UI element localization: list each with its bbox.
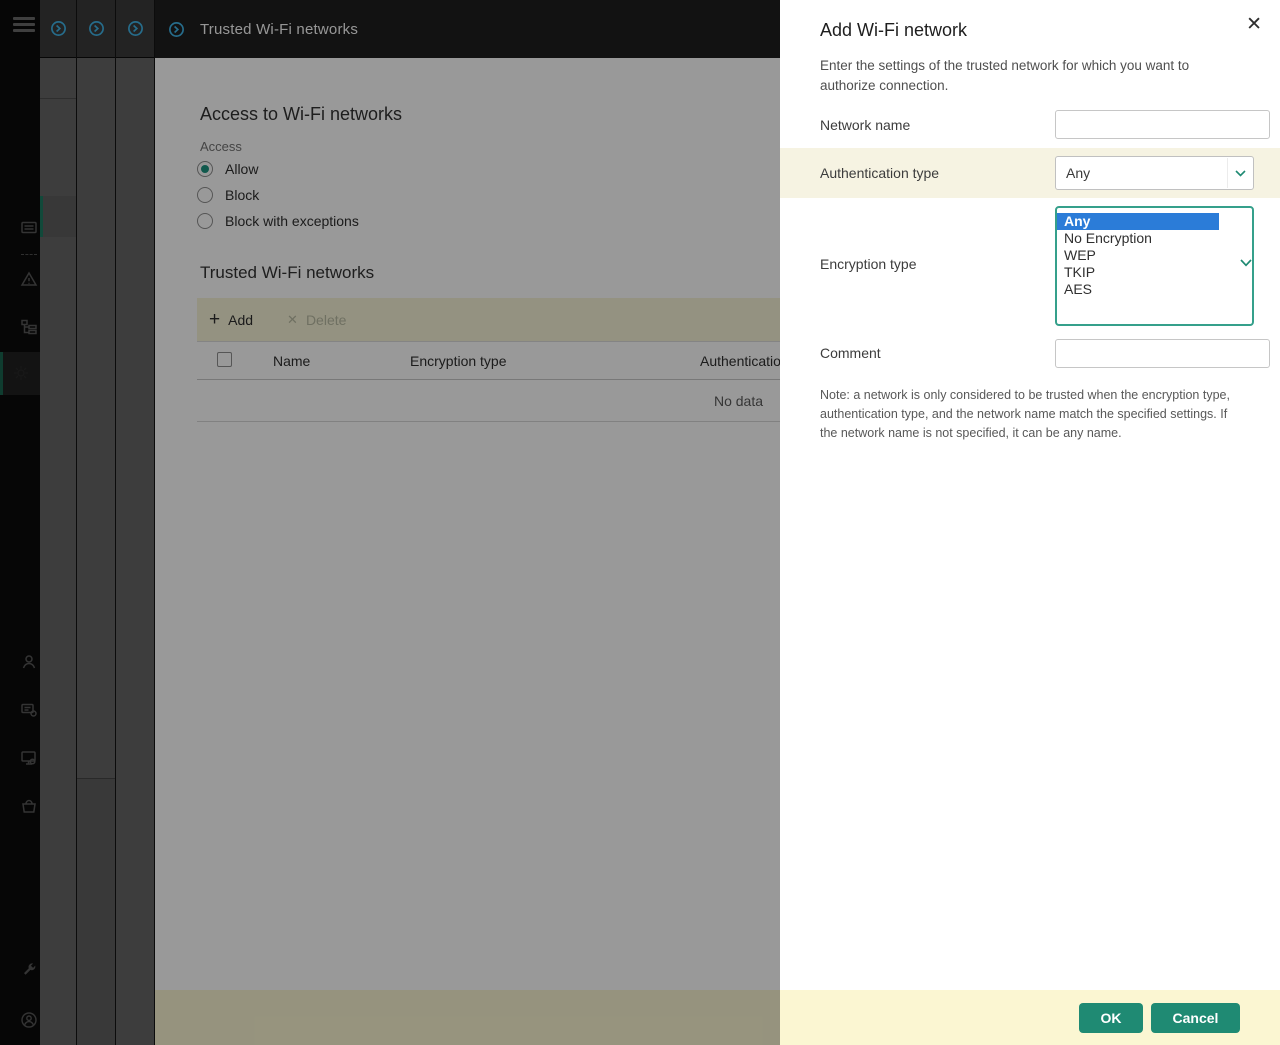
encryption-type-label: Encryption type: [820, 256, 917, 272]
modal-scrim: [0, 0, 780, 1045]
encryption-type-listbox[interactable]: Any No Encryption WEP TKIP AES: [1055, 206, 1254, 326]
add-wifi-network-panel: Add Wi-Fi network ✕ Enter the settings o…: [780, 0, 1280, 1045]
chevron-down-icon: [1240, 259, 1252, 267]
network-name-label: Network name: [820, 117, 911, 133]
encryption-option[interactable]: Any: [1057, 213, 1219, 230]
close-icon[interactable]: ✕: [1246, 14, 1262, 36]
network-name-input[interactable]: [1055, 110, 1270, 139]
panel-title: Add Wi-Fi network: [820, 20, 968, 40]
encryption-option[interactable]: AES: [1057, 281, 1252, 298]
encryption-option[interactable]: TKIP: [1057, 264, 1252, 281]
encryption-option[interactable]: No Encryption: [1057, 230, 1252, 247]
authentication-type-label: Authentication type: [820, 165, 940, 181]
comment-input[interactable]: [1055, 339, 1270, 368]
encryption-option[interactable]: WEP: [1057, 247, 1252, 264]
panel-description: Enter the settings of the trusted networ…: [820, 58, 1190, 93]
chevron-down-icon: [1235, 170, 1246, 177]
cancel-button[interactable]: Cancel: [1151, 1003, 1240, 1033]
panel-note: Note: a network is only considered to be…: [820, 388, 1230, 440]
comment-label: Comment: [820, 345, 881, 361]
panel-footer: OK Cancel: [780, 990, 1280, 1045]
authentication-type-select[interactable]: Any: [1055, 156, 1254, 190]
ok-button[interactable]: OK: [1079, 1003, 1143, 1033]
